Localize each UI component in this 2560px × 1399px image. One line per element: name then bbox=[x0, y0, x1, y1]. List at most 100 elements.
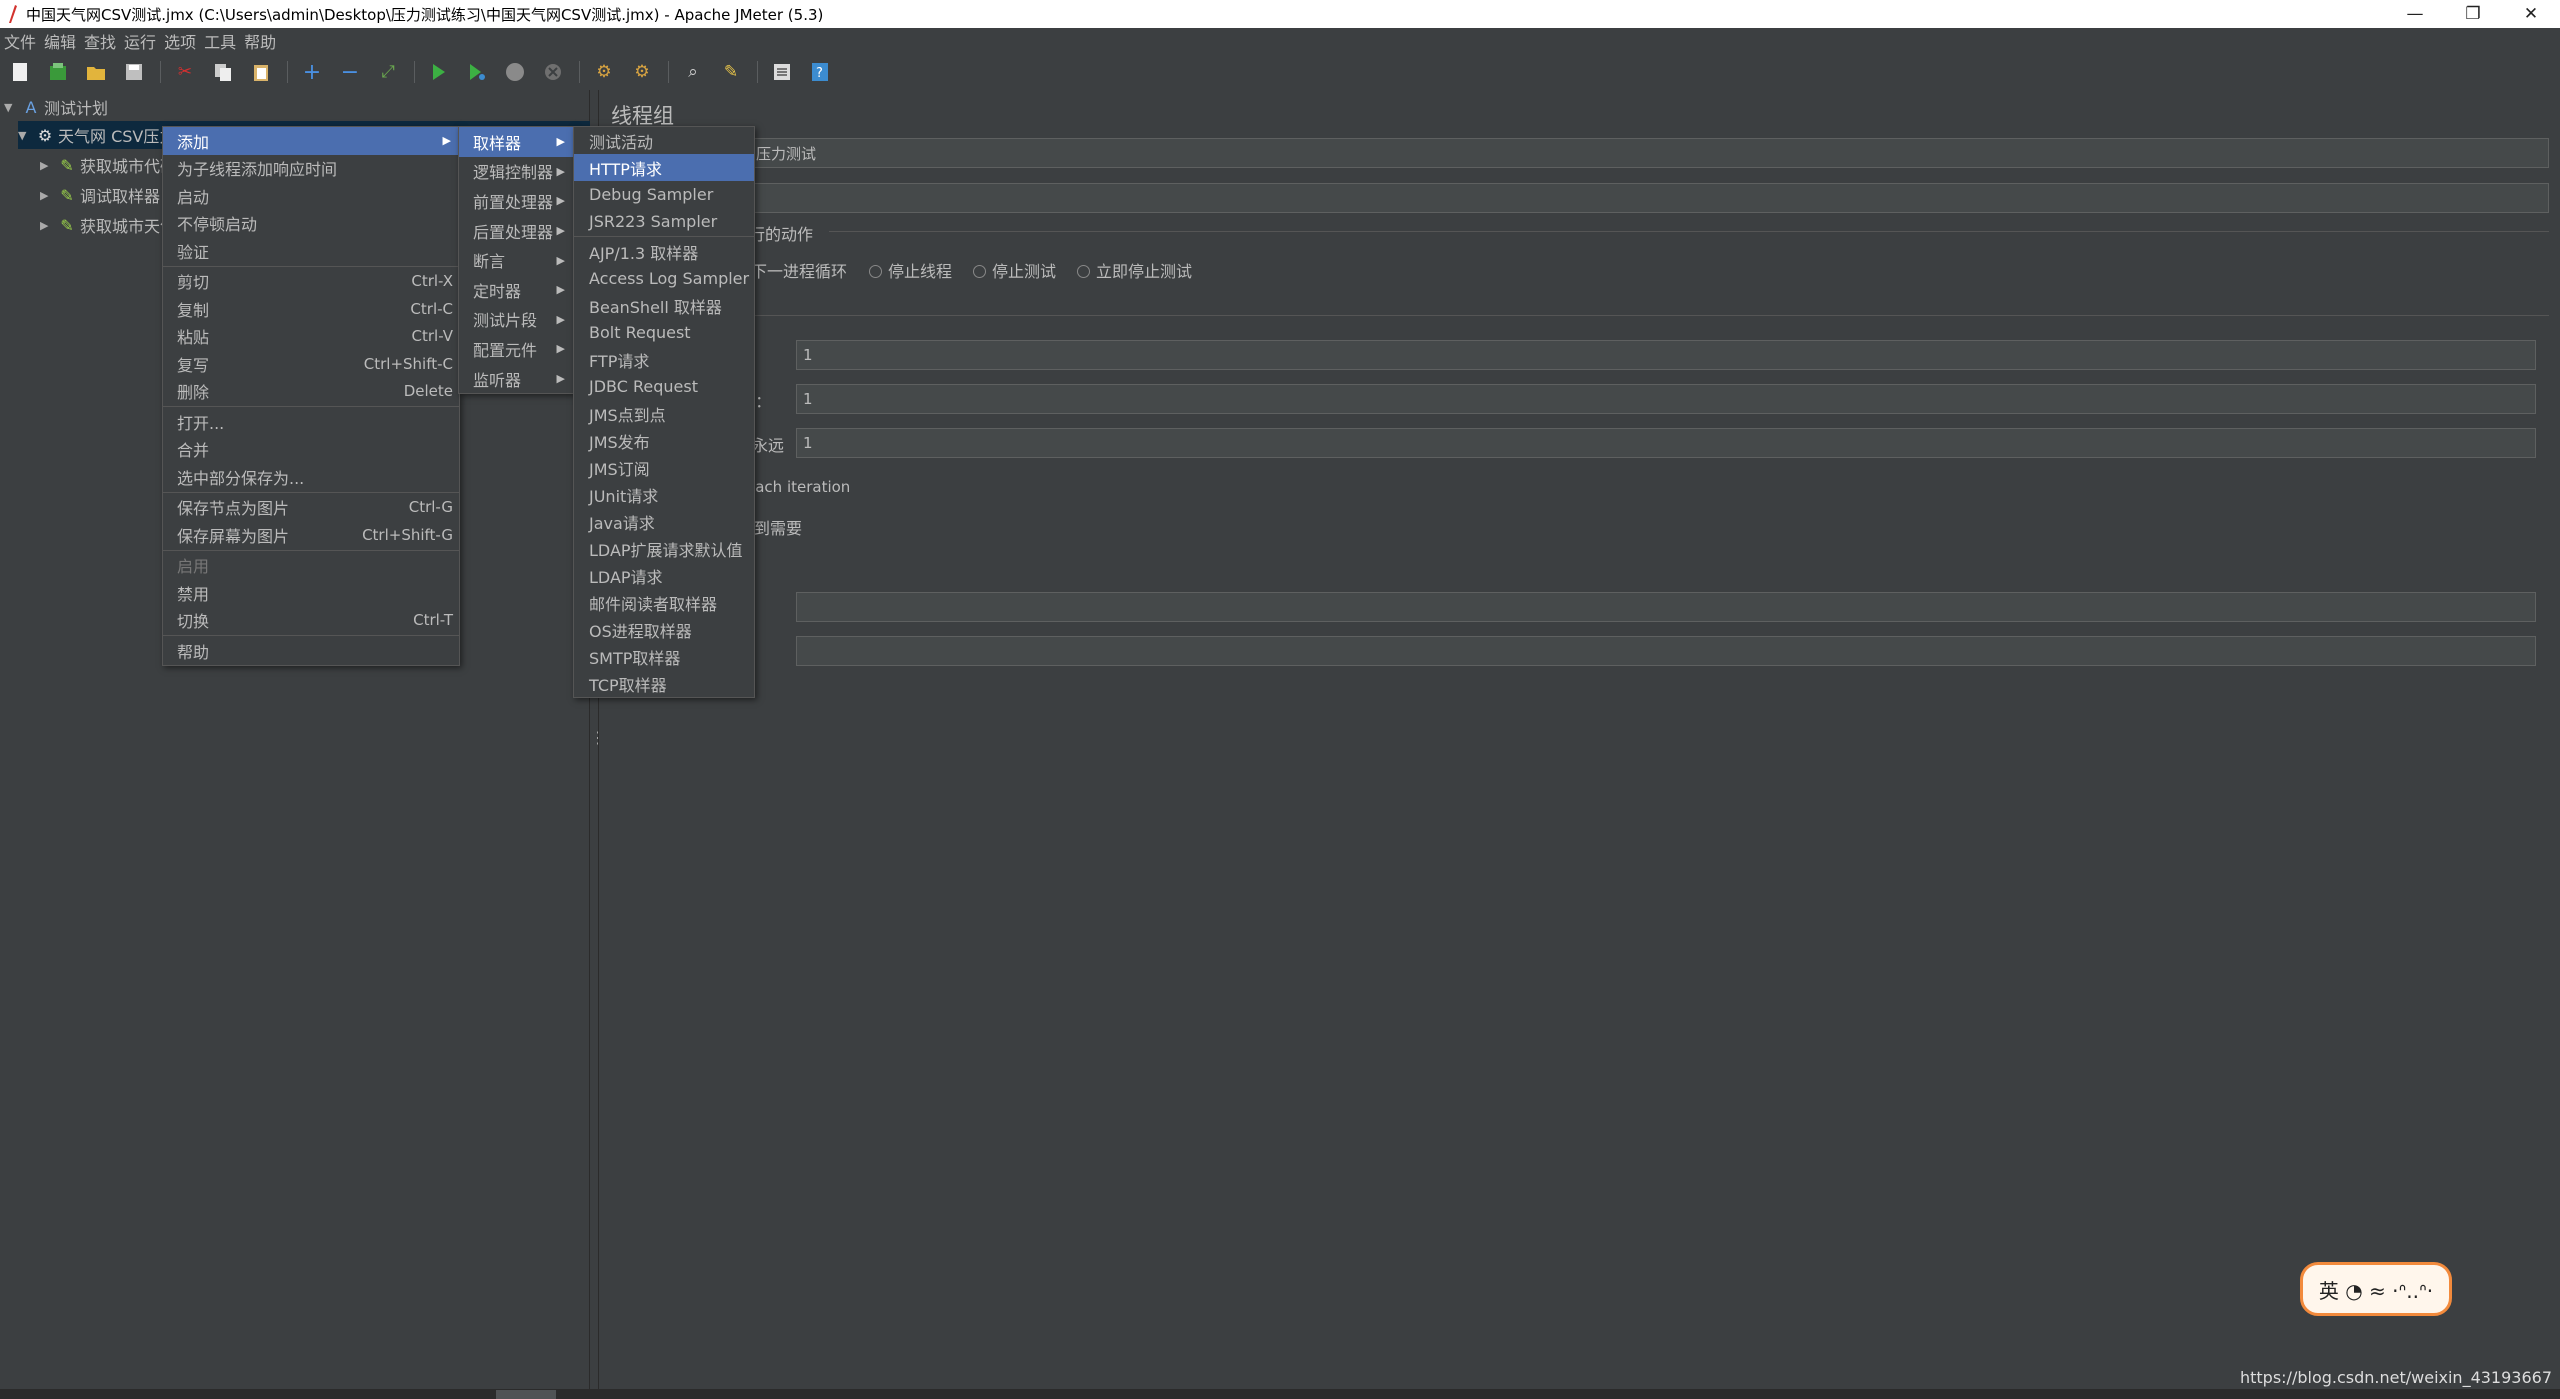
radio-stop-test-now[interactable]: 立即停止测试 bbox=[1077, 258, 1192, 282]
collapse-icon[interactable]: − bbox=[338, 60, 362, 85]
tree-node-sampler[interactable]: ▶ ✎ 获取城市天气 bbox=[40, 211, 176, 239]
menu-item-save-screen-image[interactable]: 保存屏幕为图片 Ctrl+Shift-G bbox=[163, 521, 459, 549]
expand-arrow-icon[interactable]: ▶ bbox=[40, 219, 58, 232]
splitter-handle[interactable]: ⋮ bbox=[590, 728, 606, 748]
collapse-arrow-icon[interactable]: ▼ bbox=[18, 129, 36, 142]
menu-item-start-no-pause[interactable]: 不停顿启动 bbox=[163, 210, 459, 238]
menu-item-ajp-sampler[interactable]: AJP/1.3 取样器 bbox=[574, 238, 754, 265]
clear-all-icon[interactable]: ✎ bbox=[719, 60, 743, 84]
menu-item-start[interactable]: 启动 bbox=[163, 182, 459, 210]
menu-item-save-selection-as[interactable]: 选中部分保存为... bbox=[163, 463, 459, 491]
menu-item-sampler[interactable]: 取样器 ▶ bbox=[459, 127, 573, 157]
menu-item-jms-subscriber[interactable]: JMS订阅 bbox=[574, 454, 754, 481]
menu-item-delete[interactable]: 删除 Delete bbox=[163, 378, 459, 406]
menu-item-cut[interactable]: 剪切 Ctrl-X bbox=[163, 268, 459, 296]
save-icon[interactable] bbox=[122, 60, 146, 84]
menu-item-test-fragment[interactable]: 测试片段 ▶ bbox=[459, 305, 573, 335]
menu-item-smtp-sampler[interactable]: SMTP取样器 bbox=[574, 643, 754, 670]
remote-start-icon[interactable]: ⚙ bbox=[592, 60, 616, 84]
menu-item-toggle[interactable]: 切换 Ctrl-T bbox=[163, 607, 459, 635]
menu-item-post-processor[interactable]: 后置处理器 ▶ bbox=[459, 216, 573, 246]
menu-item-validate[interactable]: 验证 bbox=[163, 237, 459, 265]
menu-run[interactable]: 运行 bbox=[120, 29, 160, 53]
radio-stop-test[interactable]: 停止测试 bbox=[973, 258, 1056, 282]
copy-icon[interactable] bbox=[211, 60, 235, 84]
menu-search[interactable]: 查找 bbox=[80, 29, 120, 53]
restore-button[interactable]: ❐ bbox=[2444, 0, 2502, 28]
menu-item-add[interactable]: 添加 ▶ bbox=[163, 127, 459, 155]
menu-item-logic-controller[interactable]: 逻辑控制器 ▶ bbox=[459, 157, 573, 187]
menu-item-beanshell-sampler[interactable]: BeanShell 取样器 bbox=[574, 292, 754, 319]
menu-item-jdbc-request[interactable]: JDBC Request bbox=[574, 373, 754, 400]
menu-item-jms-point-to-point[interactable]: JMS点到点 bbox=[574, 400, 754, 427]
radio-stop-thread[interactable]: 停止线程 bbox=[869, 258, 952, 282]
menu-item-config-element[interactable]: 配置元件 ▶ bbox=[459, 334, 573, 364]
threads-field[interactable]: 1 bbox=[796, 340, 2536, 370]
expand-arrow-icon[interactable]: ▶ bbox=[40, 189, 58, 202]
startup-delay-field[interactable] bbox=[796, 636, 2536, 666]
remote-stop-icon[interactable]: ⚙ bbox=[630, 60, 654, 84]
menu-item-junit-request[interactable]: JUnit请求 bbox=[574, 481, 754, 508]
menu-item-pre-processor[interactable]: 前置处理器 ▶ bbox=[459, 186, 573, 216]
shutdown-icon[interactable] bbox=[541, 60, 565, 84]
ime-status-badge[interactable]: 英 ◔ ≈ ·ᐢ..ᐢ· bbox=[2300, 1262, 2452, 1316]
tree-node-test-plan[interactable]: ▼ A 测试计划 bbox=[4, 93, 108, 121]
menu-item-duplicate[interactable]: 复写 Ctrl+Shift-C bbox=[163, 350, 459, 378]
menu-edit[interactable]: 编辑 bbox=[40, 29, 80, 53]
menu-item-add-response-time[interactable]: 为子线程添加响应时间 bbox=[163, 155, 459, 183]
cut-icon[interactable]: ✂ bbox=[173, 60, 197, 84]
menu-item-ldap-extended-request[interactable]: LDAP扩展请求默认值 bbox=[574, 535, 754, 562]
menu-item-tcp-sampler[interactable]: TCP取样器 bbox=[574, 670, 754, 697]
bottom-scrollbar[interactable] bbox=[0, 1389, 2560, 1399]
collapse-arrow-icon[interactable]: ▼ bbox=[4, 101, 22, 114]
tree-node-sampler[interactable]: ▶ ✎ 调试取样器 bbox=[40, 181, 160, 209]
menu-item-jms-publisher[interactable]: JMS发布 bbox=[574, 427, 754, 454]
name-field[interactable]: 压力测试 bbox=[749, 138, 2549, 168]
menu-item-merge[interactable]: 合并 bbox=[163, 436, 459, 464]
menu-item-disable[interactable]: 禁用 bbox=[163, 579, 459, 607]
paste-icon[interactable] bbox=[249, 60, 273, 84]
loop-count-field[interactable]: 1 bbox=[796, 428, 2536, 458]
menu-item-bolt-request[interactable]: Bolt Request bbox=[574, 319, 754, 346]
start-no-pause-icon[interactable] bbox=[465, 60, 489, 84]
menu-tools[interactable]: 工具 bbox=[200, 29, 240, 53]
new-icon[interactable] bbox=[8, 60, 32, 84]
rampup-field[interactable]: 1 bbox=[796, 384, 2536, 414]
menu-item-copy[interactable]: 复制 Ctrl-C bbox=[163, 295, 459, 323]
menu-options[interactable]: 选项 bbox=[160, 29, 200, 53]
help-icon[interactable]: ? bbox=[808, 60, 832, 84]
stop-icon[interactable] bbox=[503, 60, 527, 84]
minimize-button[interactable]: — bbox=[2386, 0, 2444, 28]
menu-help[interactable]: 帮助 bbox=[240, 29, 280, 53]
templates-icon[interactable] bbox=[46, 60, 70, 84]
menu-item-access-log-sampler[interactable]: Access Log Sampler bbox=[574, 265, 754, 292]
tree-node-sampler[interactable]: ▶ ✎ 获取城市代码 bbox=[40, 151, 176, 179]
menu-item-help[interactable]: 帮助 bbox=[163, 637, 459, 665]
menu-item-timer[interactable]: 定时器 ▶ bbox=[459, 275, 573, 305]
start-icon[interactable] bbox=[427, 60, 451, 84]
expand-icon[interactable]: + bbox=[300, 60, 324, 85]
open-icon[interactable] bbox=[84, 60, 108, 84]
menu-item-test-action[interactable]: 测试活动 bbox=[574, 127, 754, 154]
menu-item-save-node-image[interactable]: 保存节点为图片 Ctrl-G bbox=[163, 494, 459, 522]
duration-field[interactable] bbox=[796, 592, 2536, 622]
menu-item-java-request[interactable]: Java请求 bbox=[574, 508, 754, 535]
menu-item-ldap-request[interactable]: LDAP请求 bbox=[574, 562, 754, 589]
comment-field[interactable] bbox=[749, 183, 2549, 213]
search-icon[interactable]: ⌕ bbox=[681, 60, 705, 84]
scrollbar-thumb[interactable] bbox=[496, 1390, 556, 1399]
close-button[interactable]: ✕ bbox=[2502, 0, 2560, 28]
menu-item-assertion[interactable]: 断言 ▶ bbox=[459, 245, 573, 275]
function-helper-icon[interactable] bbox=[770, 60, 794, 84]
menu-item-listener[interactable]: 监听器 ▶ bbox=[459, 364, 573, 394]
menu-file[interactable]: 文件 bbox=[0, 29, 40, 53]
menu-item-open[interactable]: 打开... bbox=[163, 408, 459, 436]
radio-next-loop-label[interactable]: 下一进程循环 bbox=[751, 258, 847, 282]
menu-item-http-request[interactable]: HTTP请求 bbox=[574, 154, 754, 181]
menu-item-ftp-request[interactable]: FTP请求 bbox=[574, 346, 754, 373]
toggle-icon[interactable]: ⤢ bbox=[376, 60, 400, 84]
expand-arrow-icon[interactable]: ▶ bbox=[40, 159, 58, 172]
menu-item-jsr223-sampler[interactable]: JSR223 Sampler bbox=[574, 208, 754, 235]
menu-item-mail-reader-sampler[interactable]: 邮件阅读者取样器 bbox=[574, 589, 754, 616]
menu-item-paste[interactable]: 粘贴 Ctrl-V bbox=[163, 323, 459, 351]
